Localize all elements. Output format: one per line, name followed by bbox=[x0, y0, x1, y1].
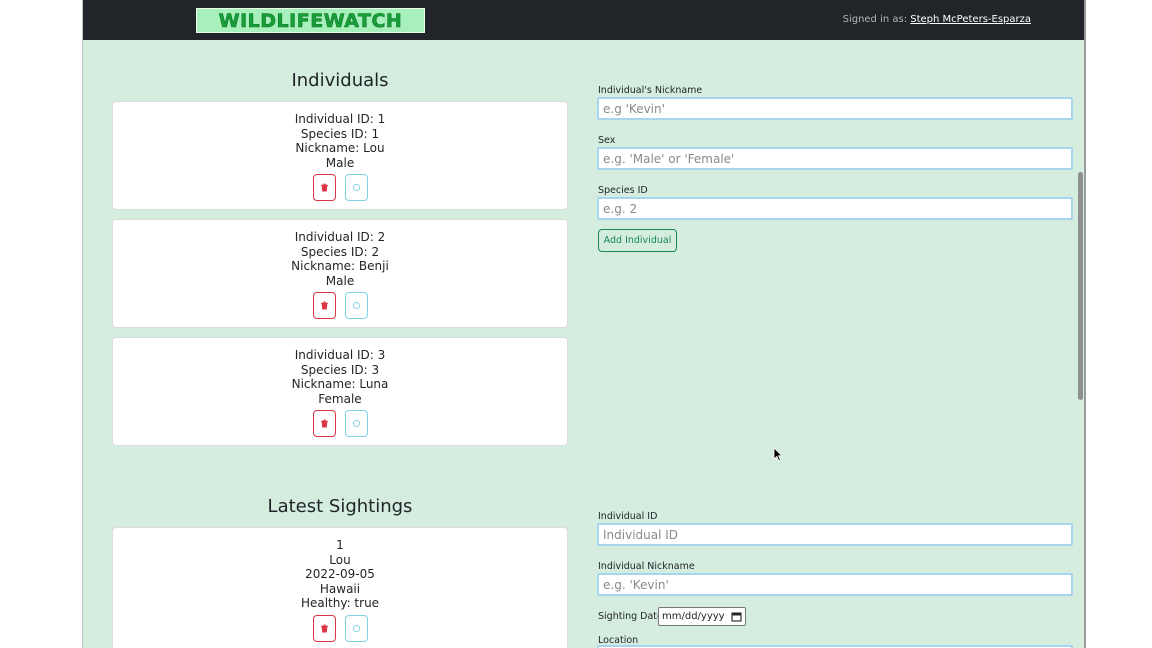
individual-id: Individual ID: 2 bbox=[294, 230, 386, 244]
app-window: WILDLIFEWATCH Signed in as: Steph McPete… bbox=[82, 0, 1086, 648]
signed-in-text: Signed in as: Steph McPeters-Esparza bbox=[843, 14, 1031, 25]
update-button[interactable] bbox=[344, 614, 368, 642]
sighting-nickname: Lou bbox=[329, 552, 351, 567]
sightings-title: Latest Sightings bbox=[267, 496, 413, 517]
nickname: Nickname: Lou bbox=[295, 141, 385, 155]
calendar-icon[interactable] bbox=[731, 611, 742, 622]
sex: Male bbox=[325, 155, 355, 170]
refresh-icon bbox=[352, 183, 360, 192]
individual-nickname-input[interactable] bbox=[597, 573, 1073, 596]
sighting-date: 2022-09-05 bbox=[305, 567, 375, 581]
individual-card: Individual ID: 1 Species ID: 1 Nickname:… bbox=[112, 101, 568, 210]
delete-button[interactable] bbox=[312, 292, 336, 319]
delete-button[interactable] bbox=[312, 174, 336, 201]
date-input-value: mm/dd/yyyy bbox=[662, 611, 725, 622]
signed-in-prefix: Signed in as: bbox=[842, 14, 911, 25]
delete-button[interactable] bbox=[312, 410, 336, 437]
individual-nickname-label: Individual Nickname bbox=[598, 561, 695, 572]
individual-id-label: Individual ID bbox=[598, 511, 658, 522]
navbar: WILDLIFEWATCH Signed in as: Steph McPete… bbox=[83, 0, 1084, 40]
nickname: Nickname: Luna bbox=[291, 377, 389, 391]
trash-icon bbox=[320, 183, 328, 192]
update-button[interactable] bbox=[344, 292, 368, 319]
refresh-icon bbox=[352, 419, 360, 428]
trash-icon bbox=[320, 301, 328, 310]
mouse-cursor-icon bbox=[773, 447, 783, 462]
refresh-icon bbox=[352, 624, 360, 632]
sex-input[interactable] bbox=[597, 147, 1073, 170]
sighting-location: Hawaii bbox=[319, 581, 361, 596]
individual-card: Individual ID: 2 Species ID: 2 Nickname:… bbox=[112, 219, 568, 328]
sex: Male bbox=[325, 273, 355, 288]
user-name-link[interactable]: Steph McPeters-Esparza bbox=[910, 14, 1031, 25]
individuals-title: Individuals bbox=[291, 70, 389, 91]
species-id: Species ID: 3 bbox=[300, 362, 380, 377]
update-button[interactable] bbox=[344, 410, 368, 437]
species-id: Species ID: 1 bbox=[300, 126, 380, 141]
trash-icon bbox=[320, 624, 328, 632]
sex: Female bbox=[318, 391, 362, 406]
nickname-input[interactable] bbox=[597, 97, 1073, 120]
species-id-label: Species ID bbox=[598, 185, 648, 196]
nickname: Nickname: Benji bbox=[291, 259, 389, 273]
species-id: Species ID: 2 bbox=[300, 244, 380, 259]
brand-logo[interactable]: WILDLIFEWATCH bbox=[196, 8, 425, 33]
nickname-label: Individual's Nickname bbox=[598, 85, 703, 96]
trash-icon bbox=[320, 419, 328, 428]
sighting-date-label: Sighting Date bbox=[598, 611, 663, 622]
sighting-health: Healthy: true bbox=[300, 596, 380, 610]
add-individual-button[interactable]: Add Individual bbox=[598, 229, 677, 252]
sighting-date-input[interactable]: mm/dd/yyyy bbox=[658, 607, 746, 626]
sighting-id: 1 bbox=[336, 538, 344, 552]
individual-card: Individual ID: 3 Species ID: 3 Nickname:… bbox=[112, 337, 568, 446]
scrollbar-thumb[interactable] bbox=[1078, 172, 1083, 400]
sighting-card: 1 Lou 2022-09-05 Hawaii Healthy: true bbox=[112, 527, 568, 648]
species-id-input[interactable] bbox=[597, 197, 1073, 220]
sex-label: Sex bbox=[598, 135, 616, 146]
individual-id: Individual ID: 1 bbox=[294, 112, 386, 126]
refresh-icon bbox=[352, 301, 360, 310]
delete-button[interactable] bbox=[312, 614, 336, 642]
update-button[interactable] bbox=[344, 174, 368, 201]
individual-id-input[interactable] bbox=[597, 523, 1073, 546]
individual-id: Individual ID: 3 bbox=[294, 348, 386, 362]
